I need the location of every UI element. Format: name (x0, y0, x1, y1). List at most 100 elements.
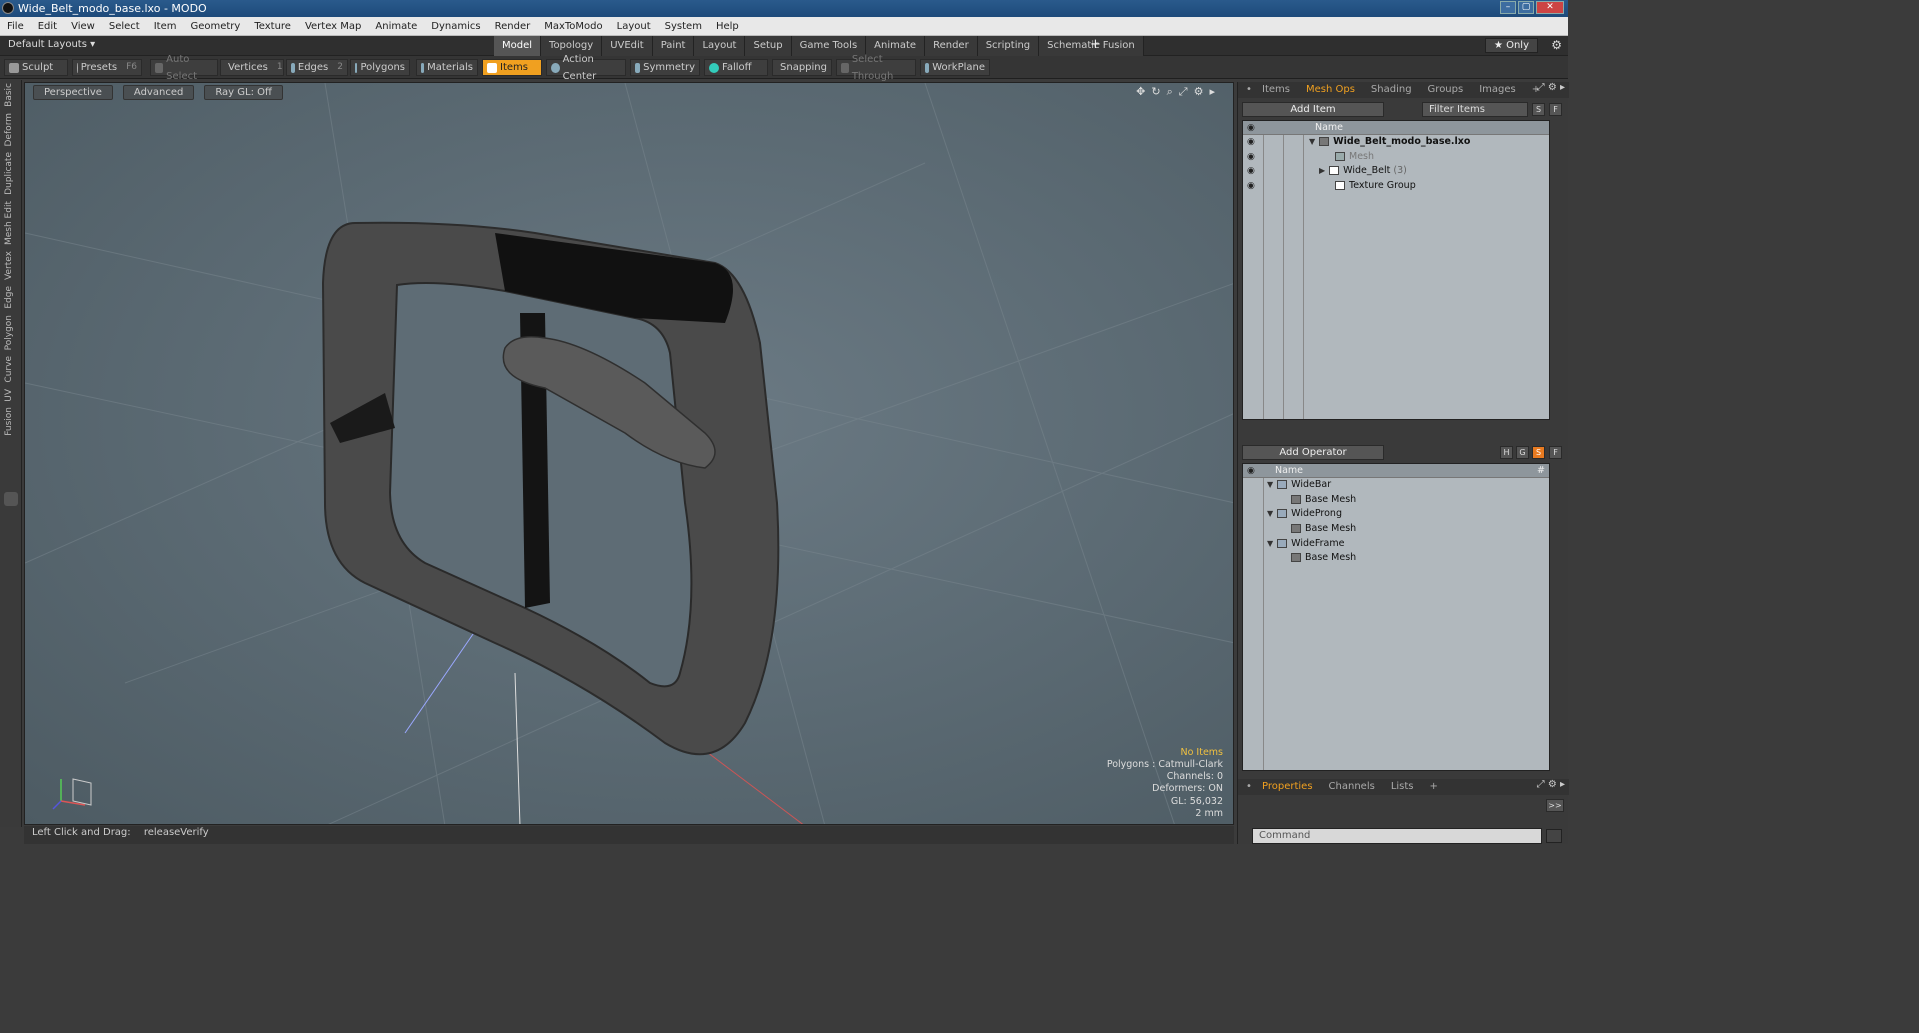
symmetry-button[interactable]: Symmetry (630, 59, 700, 76)
menu-texture[interactable]: Texture (247, 17, 298, 36)
meshop-row-wideprong[interactable]: ▼ WideProng (1243, 507, 1549, 522)
presets-button[interactable]: Presets F6 (72, 59, 142, 76)
auto-select-button[interactable]: Auto Select (150, 54, 218, 82)
command-history-button[interactable] (1546, 829, 1562, 843)
tab-render[interactable]: Render (925, 36, 978, 56)
tree-row-wide-belt[interactable]: ◉ ▶ Wide_Belt (3) (1243, 164, 1549, 179)
menu-vertex-map[interactable]: Vertex Map (298, 17, 368, 36)
collapse-arrow-icon[interactable]: ▼ (1267, 478, 1273, 493)
workplane-button[interactable]: WorkPlane (920, 59, 990, 76)
tab-properties[interactable]: Properties (1254, 779, 1321, 795)
collapse-arrow-icon[interactable]: ▼ (1267, 507, 1273, 522)
panel-tools-icon[interactable]: ⤢ ⚙ ▸ (1537, 82, 1565, 93)
tab-mesh-ops[interactable]: Mesh Ops (1298, 82, 1363, 98)
tab-basic[interactable]: Basic (4, 80, 18, 110)
view-advanced-button[interactable]: Advanced (122, 85, 195, 100)
tab-groups[interactable]: Groups (1420, 82, 1472, 98)
tab-model[interactable]: Model (494, 36, 542, 56)
menu-layout[interactable]: Layout (610, 17, 658, 36)
tree-row-scene[interactable]: ◉ ▼ Wide_Belt_modo_base.lxo (1243, 135, 1549, 150)
tab-fusion[interactable]: Fusion (4, 404, 18, 439)
add-item-button[interactable]: Add Item (1242, 102, 1384, 117)
eye-icon[interactable]: ◉ (1247, 164, 1257, 179)
add-panel-tab[interactable]: + (1422, 779, 1446, 795)
viewport-arrow-icon[interactable]: ▸ (1209, 85, 1215, 99)
polygons-button[interactable]: Polygons (350, 59, 410, 76)
tab-deform[interactable]: Deform (4, 110, 18, 149)
menu-view[interactable]: View (64, 17, 102, 36)
falloff-button[interactable]: Falloff (704, 59, 768, 76)
menu-file[interactable]: File (0, 17, 31, 36)
select-through-button[interactable]: Select Through (836, 54, 916, 82)
layout-selector[interactable]: Default Layouts ▾ (8, 39, 95, 50)
add-tab-icon[interactable]: + (1090, 37, 1101, 52)
edges-button[interactable]: Edges 2 (286, 59, 348, 76)
toolbox-toggle[interactable] (4, 492, 18, 506)
tab-edge[interactable]: Edge (4, 283, 18, 312)
materials-button[interactable]: Materials (416, 59, 478, 76)
raygl-button[interactable]: Ray GL: Off (204, 85, 283, 100)
gear-icon[interactable]: ⚙ (1551, 38, 1562, 52)
tab-duplicate[interactable]: Duplicate (4, 149, 18, 198)
tab-paint[interactable]: Paint (652, 36, 695, 56)
tab-setup[interactable]: Setup (745, 36, 792, 56)
tab-polygon[interactable]: Polygon (4, 312, 18, 353)
close-button[interactable]: ✕ (1536, 1, 1564, 14)
menu-system[interactable]: System (658, 17, 709, 36)
tab-channels[interactable]: Channels (1321, 779, 1383, 795)
expand-properties-button[interactable]: >> (1546, 799, 1564, 812)
menu-item[interactable]: Item (147, 17, 184, 36)
viewport-gear-icon[interactable]: ⚙ (1194, 85, 1204, 99)
maximize-view-icon[interactable]: ⤢ (1179, 85, 1188, 99)
tab-scripting[interactable]: Scripting (977, 36, 1040, 56)
tree-row-texture-group[interactable]: ◉ Texture Group (1243, 179, 1549, 194)
collapse-arrow-icon[interactable]: ▼ (1267, 537, 1273, 552)
menu-geometry[interactable]: Geometry (183, 17, 247, 36)
meshop-row-base-mesh[interactable]: Base Mesh (1243, 522, 1549, 537)
meshops-h-button[interactable]: H (1500, 446, 1513, 459)
pan-icon[interactable]: ✥ (1136, 85, 1145, 99)
meshops-f-button[interactable]: F (1549, 446, 1562, 459)
tab-items[interactable]: Items (1254, 82, 1298, 98)
action-center-button[interactable]: Action Center (546, 54, 626, 82)
menu-edit[interactable]: Edit (31, 17, 64, 36)
tab-shading[interactable]: Shading (1363, 82, 1420, 98)
tab-images[interactable]: Images (1471, 82, 1524, 98)
items-name-column[interactable]: Name (1315, 121, 1343, 135)
only-toggle[interactable]: ★ Only (1484, 38, 1538, 53)
add-operator-button[interactable]: Add Operator (1242, 445, 1384, 460)
maximize-button[interactable]: ▢ (1518, 1, 1534, 14)
tree-row-mesh[interactable]: ◉ Mesh (1243, 150, 1549, 165)
collapse-arrow-icon[interactable]: ▼ (1309, 135, 1315, 150)
menu-help[interactable]: Help (709, 17, 746, 36)
menu-maxtomodo[interactable]: MaxToModo (537, 17, 609, 36)
eye-icon[interactable]: ◉ (1247, 135, 1257, 150)
items-f-button[interactable]: F (1549, 103, 1562, 116)
meshop-row-wideframe[interactable]: ▼ WideFrame (1243, 537, 1549, 552)
vertices-button[interactable]: Vertices 1 (220, 59, 284, 76)
meshops-s-button[interactable]: S (1532, 446, 1545, 459)
zoom-icon[interactable]: ⌕ (1167, 85, 1173, 99)
sculpt-button[interactable]: Sculpt (4, 59, 68, 76)
command-input[interactable]: Command (1252, 828, 1542, 844)
rotate-icon[interactable]: ↻ (1151, 85, 1160, 99)
meshop-row-base-mesh[interactable]: Base Mesh (1243, 551, 1549, 566)
tab-mesh-edit[interactable]: Mesh Edit (4, 198, 18, 248)
menu-animate[interactable]: Animate (368, 17, 424, 36)
snapping-button[interactable]: Snapping (772, 59, 832, 76)
eye-icon[interactable]: ◉ (1247, 179, 1257, 194)
3d-viewport[interactable]: Perspective Advanced Ray GL: Off ✥ ↻ ⌕ ⤢… (24, 82, 1234, 825)
expand-arrow-icon[interactable]: ▶ (1319, 164, 1325, 179)
minimize-button[interactable]: – (1500, 1, 1516, 14)
items-s-button[interactable]: S (1532, 103, 1545, 116)
tab-curve[interactable]: Curve (4, 353, 18, 386)
tab-uv[interactable]: UV (4, 386, 18, 405)
tab-layout[interactable]: Layout (694, 36, 746, 56)
meshops-g-button[interactable]: G (1516, 446, 1529, 459)
meshops-name-column[interactable]: Name (1275, 464, 1303, 478)
tab-vertex[interactable]: Vertex (4, 248, 18, 283)
menu-dynamics[interactable]: Dynamics (424, 17, 487, 36)
tab-lists[interactable]: Lists (1383, 779, 1422, 795)
items-button[interactable]: Items (482, 59, 542, 76)
menu-select[interactable]: Select (102, 17, 147, 36)
